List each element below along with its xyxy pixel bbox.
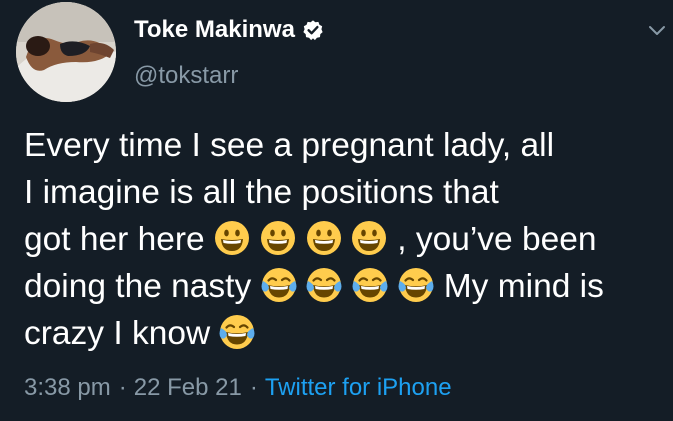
avatar-photo <box>16 2 116 102</box>
author-handle[interactable]: @tokstarr <box>134 62 238 90</box>
tweet-text-line-1: Every time I see a pregnant lady, all <box>24 122 664 169</box>
chevron-down-icon[interactable] <box>648 25 666 37</box>
author-display-name[interactable]: Toke Makinwa <box>134 16 295 44</box>
face-with-tears-of-joy-emoji <box>219 315 255 349</box>
tweet-text-line-5: crazy I know <box>24 310 664 357</box>
tweet-source-link[interactable]: Twitter for iPhone <box>265 374 452 402</box>
verified-badge-icon <box>303 20 323 41</box>
tweet-text-segment: I imagine is all the positions that <box>24 174 499 211</box>
grinning-face-emoji <box>352 221 387 255</box>
tweet-text-line-3: got her here , you’ve been <box>24 216 664 263</box>
tweet-text-segment: Every time I see a pregnant lady, all <box>24 127 555 164</box>
face-with-tears-of-joy-emoji <box>261 268 297 302</box>
tweet-meta: 3:38 pm · 22 Feb 21 · Twitter for iPhone <box>24 374 452 402</box>
tweet-text: Every time I see a pregnant lady, all I … <box>24 122 664 357</box>
face-with-tears-of-joy-emoji <box>352 268 388 302</box>
face-with-tears-of-joy-emoji <box>306 268 342 302</box>
tweet-text-line-2: I imagine is all the positions that <box>24 169 664 216</box>
face-with-tears-of-joy-emoji <box>398 268 434 302</box>
meta-separator: · <box>118 374 127 401</box>
tweet-text-segment: crazy I know <box>24 315 220 352</box>
tweet-text-segment: , you’ve been <box>397 221 597 258</box>
grinning-face-emoji <box>306 221 341 255</box>
tweet-time[interactable]: 3:38 pm <box>24 374 111 402</box>
tweet-date[interactable]: 22 Feb 21 <box>134 374 242 402</box>
grinning-face-emoji <box>214 221 249 255</box>
avatar[interactable] <box>16 2 116 102</box>
tweet-card[interactable]: Toke Makinwa @tokstarr Every time I see … <box>0 0 673 421</box>
meta-separator: · <box>249 374 258 401</box>
author-name-row[interactable]: Toke Makinwa <box>134 16 324 44</box>
grinning-face-emoji <box>260 221 295 255</box>
tweet-text-segment: My mind is <box>443 268 604 305</box>
tweet-text-segment: got her here <box>24 221 214 258</box>
tweet-text-segment: doing the nasty <box>24 268 261 305</box>
tweet-text-line-4: doing the nasty My mind is <box>24 263 664 310</box>
